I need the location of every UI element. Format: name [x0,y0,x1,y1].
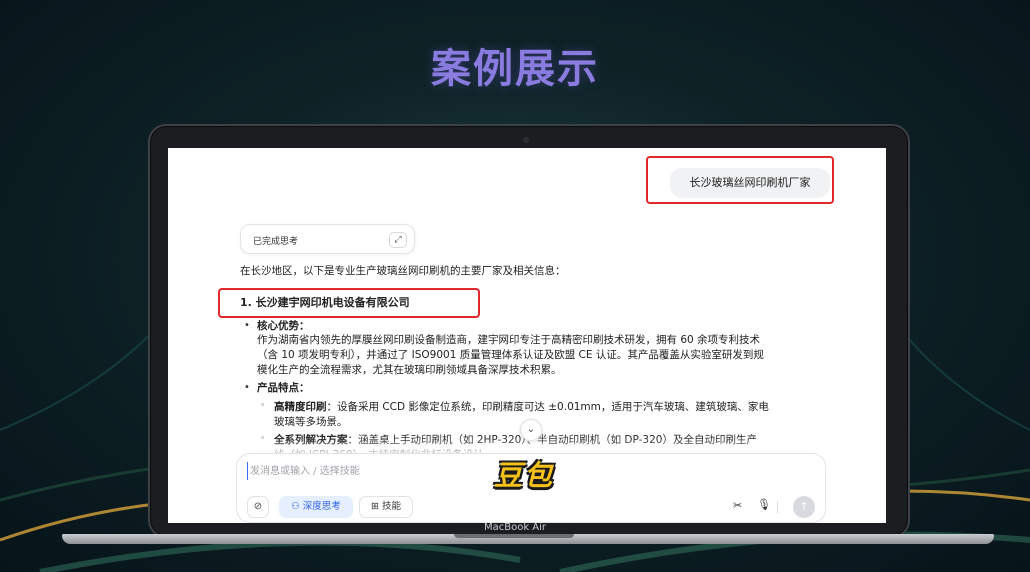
highlight-company-title [218,288,480,318]
arrow-up-icon: ↑ [799,500,809,513]
feature-item: 高精度印刷：设备采用 CCD 影像定位系统，印刷精度可达 ±0.01mm，适用于… [274,401,769,413]
core-advantage-line: （含 10 项发明专利），并通过了 ISO9001 质量管理体系认证及欧盟 CE… [257,349,764,361]
bullet-icon: • [244,382,250,393]
core-advantage-line: 作为湖南省内领先的厚膜丝网印刷设备制造商，建宇网印专注于高精密印刷技术研发，拥有… [257,334,761,346]
camera-notch [523,137,529,143]
scroll-down-button[interactable]: ⌄ [520,419,542,441]
core-advantage-label: 核心优势： [257,320,310,332]
thinking-status-card[interactable]: 已完成思考 ⤢ [240,224,415,254]
core-advantage-line: 模化生产的全流程需求，尤其在玻璃印刷领域具备深厚技术积累。 [257,364,562,376]
sub-bullet-icon: ◦ [260,401,266,411]
highlight-user-message [646,156,834,204]
sub-bullet-icon: ◦ [260,434,266,444]
deep-think-button[interactable]: ⚇ 深度思考 [279,496,353,518]
microphone-icon[interactable]: 🎙 [757,498,771,511]
page-title: 案例展示 [431,46,599,92]
feature-item: 全系列解决方案：涵盖桌上手动印刷机（如 2HP-320）、半自动印刷机（如 DP… [274,434,757,446]
chevron-down-icon: ⌄ [526,424,536,435]
feature-item-line: 玻璃等多场景。 [274,416,348,428]
deep-think-icon: ⚇ [291,501,300,512]
toolbar-divider [777,501,778,513]
device-label: MacBook Air [483,522,547,533]
skills-button[interactable]: ⊞ 技能 [359,496,413,518]
grid-icon: ⊞ [370,501,379,512]
attach-button[interactable]: ⊘ [247,496,269,518]
expand-icon[interactable]: ⤢ [389,232,407,248]
thinking-status-label: 已完成思考 [253,237,299,247]
laptop-base-groove [454,534,574,538]
features-label: 产品特点： [257,382,310,394]
scissors-icon[interactable]: ✂ [733,499,742,512]
bullet-icon: • [244,320,250,331]
watermark-logo: 豆包 [494,459,555,492]
send-button[interactable]: ↑ [793,496,815,518]
paperclip-icon: ⊘ [253,501,263,512]
answer-intro: 在长沙地区，以下是专业生产玻璃丝网印刷机的主要厂家及相关信息： [240,265,566,277]
message-input[interactable] [247,462,667,480]
